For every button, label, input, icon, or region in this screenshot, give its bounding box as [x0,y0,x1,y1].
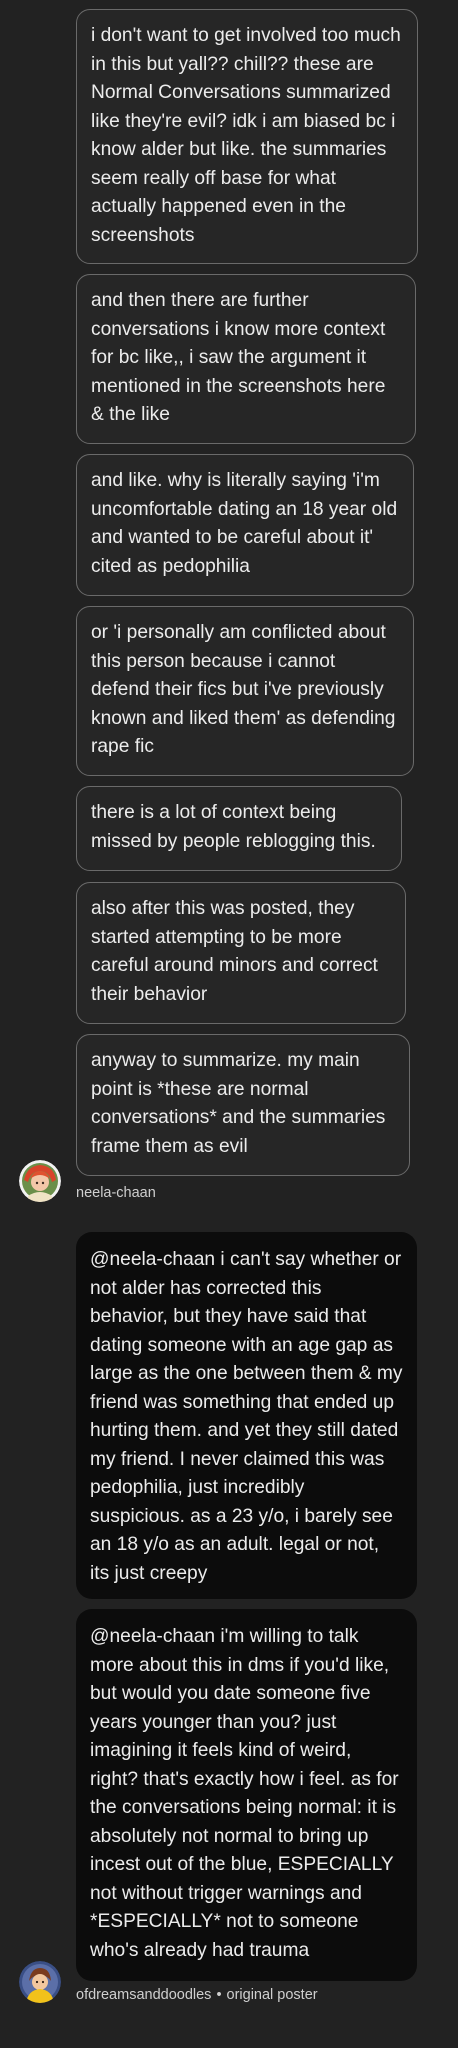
message-text: there is a lot of context being missed b… [91,802,376,852]
username-link[interactable]: ofdreamsanddoodles [76,1987,211,2003]
op-message-bubble: @neela-chaan i can't say whether or not … [76,1232,417,1599]
message-text: or 'i personally am conflicted about thi… [91,622,396,757]
message-bubble: and then there are further conversations… [76,274,416,444]
message-text: and like. why is literally saying 'i'm u… [91,470,398,577]
separator-dot: • [216,1987,222,2003]
message-text: also after this was posted, they started… [91,898,378,1005]
message-bubble: also after this was posted, they started… [76,882,406,1024]
message-bubble: there is a lot of context being missed b… [76,786,402,871]
message-text: @neela-chaan i can't say whether or not … [90,1249,403,1584]
username-link[interactable]: neela-chaan [76,1185,156,1201]
author-line: neela-chaan [76,1184,156,1202]
message-bubble: or 'i personally am conflicted about thi… [76,606,414,776]
message-text: and then there are further conversations… [91,290,386,425]
message-text: i don't want to get involved too much in… [91,25,401,246]
op-message-bubble: @neela-chaan i'm willing to talk more ab… [76,1609,417,1981]
original-poster-label: original poster [226,1987,318,2003]
message-text: anyway to summarize. my main point is *t… [91,1050,386,1157]
avatar-yellow-character-icon[interactable] [19,1961,61,2003]
message-bubble: and like. why is literally saying 'i'm u… [76,454,414,596]
author-line: ofdreamsanddoodles • original poster [76,1986,318,2004]
conversation-thread: i don't want to get involved too much in… [0,0,458,2048]
avatar-red-haired-character-icon[interactable] [19,1160,61,1202]
message-text: @neela-chaan i'm willing to talk more ab… [90,1626,399,1961]
message-bubble: anyway to summarize. my main point is *t… [76,1034,410,1176]
message-bubble: i don't want to get involved too much in… [76,9,418,264]
